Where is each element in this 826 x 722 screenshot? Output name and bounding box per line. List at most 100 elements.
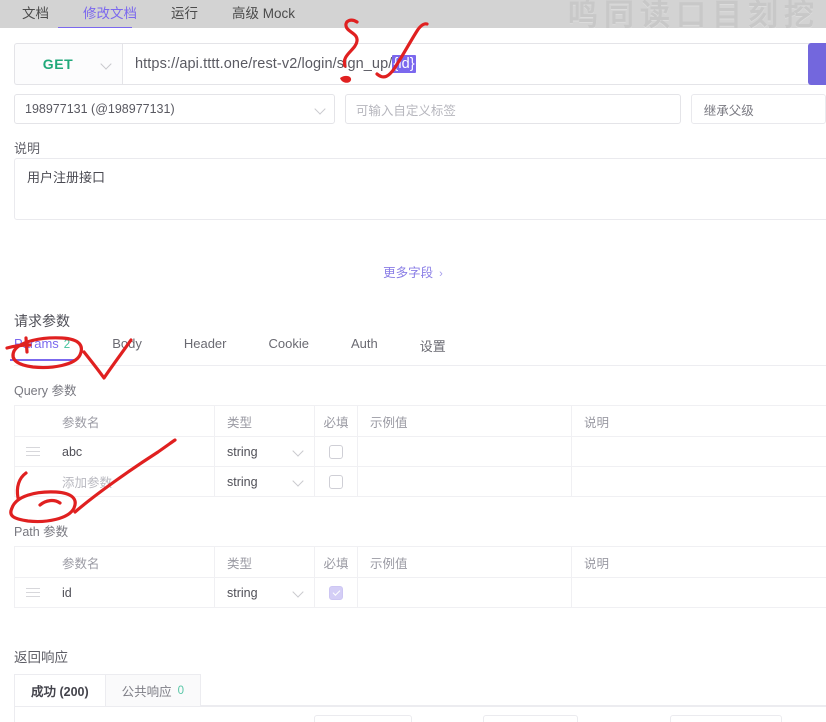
inherit-value: 继承父级 (703, 103, 754, 118)
col-desc: 说明 (584, 415, 610, 430)
tab-auth[interactable]: Auth (351, 336, 378, 360)
param-type-select[interactable]: string (215, 578, 315, 607)
request-params-tabs: Params 2 Body Header Cookie Auth 设置 (9, 336, 826, 366)
app-window: 文档 修改文档 运行 高级 Mock 鸣同读口目刻挖 GET https://a… (0, 0, 826, 722)
tab-cookie[interactable]: Cookie (268, 336, 308, 360)
param-desc-input[interactable] (572, 467, 826, 496)
url-input[interactable]: https://api.tttt.one/rest-v2/login/sign_… (122, 43, 816, 85)
chevron-down-icon (293, 446, 304, 457)
tab-run[interactable]: 运行 (171, 0, 198, 28)
page-body: GET https://api.tttt.one/rest-v2/login/s… (0, 28, 826, 722)
col-desc: 说明 (584, 556, 610, 571)
param-example-input[interactable] (358, 578, 572, 607)
param-type-select[interactable]: string (215, 467, 315, 496)
col-required: 必填 (315, 547, 358, 577)
tab-settings[interactable]: 设置 (420, 336, 446, 364)
more-fields-label: 更多字段 (383, 266, 434, 280)
save-button[interactable] (808, 43, 826, 85)
chevron-down-icon (293, 587, 304, 598)
tabs-filler (200, 674, 826, 706)
url-bar-row: GET https://api.tttt.one/rest-v2/login/s… (14, 43, 826, 85)
chevron-down-icon (101, 59, 112, 70)
tag-input[interactable]: 可输入自定义标签 (344, 94, 681, 124)
col-handle (15, 547, 50, 577)
response-tab-success[interactable]: 成功 (200) (14, 674, 106, 706)
inherit-parent-select[interactable]: 继承父级 (690, 94, 826, 124)
description-label: 说明 (14, 141, 41, 156)
drag-handle-icon[interactable] (15, 578, 50, 607)
param-type-value: string (227, 585, 258, 600)
param-name-input[interactable]: abc (50, 437, 215, 466)
path-params-title: Path 参数 (14, 525, 69, 539)
param-type-select[interactable]: string (215, 437, 315, 466)
meta-row: 198977131 (@198977131) 可输入自定义标签 继承父级 (14, 94, 826, 124)
col-type: 类型 (215, 406, 315, 436)
owner-select[interactable]: 198977131 (@198977131) (14, 94, 335, 124)
table-header-row: 参数名 类型 必填 示例值 说明 (15, 547, 826, 578)
http-status-input[interactable]: 200 (313, 714, 412, 722)
table-header-row: 参数名 类型 必填 示例值 说明 (15, 406, 826, 437)
param-example-input[interactable] (358, 467, 572, 496)
table-row: abc string (15, 437, 826, 467)
tab-params-count: 2 (63, 339, 71, 351)
tab-document[interactable]: 文档 (22, 0, 49, 28)
description-textarea[interactable]: 用户注册接口 (14, 158, 826, 220)
response-tab-common-label: 公共响应 (121, 685, 172, 699)
http-status-field: HTTP 状态码: 200 (229, 714, 412, 722)
content-format-field: 内容格式 JSON (612, 714, 782, 722)
table-row: 添加参数 string (15, 467, 826, 497)
param-type-value: string (227, 474, 258, 489)
tab-header[interactable]: Header (184, 336, 227, 360)
col-name: 参数名 (50, 547, 215, 577)
response-name-field: 名称 成功 (450, 714, 578, 722)
param-example-input[interactable] (358, 437, 572, 466)
description-value: 用户注册接口 (27, 170, 106, 185)
col-type-label: 类型 (227, 556, 253, 571)
request-params-title: 请求参数 (14, 313, 70, 329)
tab-params-label: Params (14, 336, 59, 351)
owner-value: 198977131 (@198977131) (25, 102, 175, 116)
response-name-input[interactable]: 成功 (482, 714, 578, 722)
tab-edit-document[interactable]: 修改文档 (83, 0, 137, 28)
chevron-down-icon (293, 476, 304, 487)
param-type-value: string (227, 444, 258, 459)
param-desc-input[interactable] (572, 578, 826, 607)
tab-advanced-mock[interactable]: 高级 Mock (232, 0, 295, 28)
http-method-select[interactable]: GET (14, 43, 122, 85)
col-example: 示例值 (358, 547, 572, 577)
col-type-label: 类型 (227, 415, 253, 430)
col-handle (15, 406, 50, 436)
add-param-input[interactable]: 添加参数 (50, 467, 215, 496)
query-params-title: Query 参数 (14, 384, 77, 398)
param-required-checkbox[interactable] (315, 467, 358, 496)
response-tabs: 成功 (200) 公共响应 0 (14, 674, 826, 707)
col-example: 示例值 (358, 406, 572, 436)
url-text: https://api.tttt.one/rest-v2/login/sign_… (135, 55, 416, 73)
col-name: 参数名 (50, 406, 215, 436)
http-method-label: GET (42, 56, 74, 72)
param-desc-input[interactable] (572, 437, 826, 466)
param-required-checkbox[interactable] (315, 578, 358, 607)
response-title: 返回响应 (14, 650, 68, 665)
tab-body[interactable]: Body (112, 336, 142, 360)
url-selected-token: {id} (392, 55, 416, 73)
response-fields-row: HTTP 状态码: 200 名称 成功 内容格式 JSON (14, 707, 826, 722)
col-type: 类型 (215, 547, 315, 577)
param-required-checkbox[interactable] (315, 437, 358, 466)
table-row: id string (15, 578, 826, 608)
chevron-down-icon (315, 104, 326, 115)
drag-handle-icon[interactable] (15, 437, 50, 466)
tab-params[interactable]: Params 2 (9, 336, 75, 361)
col-required: 必填 (315, 406, 358, 436)
url-prefix: https://api.tttt.one/rest-v2/login/sign_… (135, 56, 393, 72)
more-fields-link[interactable]: 更多字段 › (0, 262, 826, 281)
content-format-select[interactable]: JSON (669, 714, 782, 722)
response-tab-common[interactable]: 公共响应 0 (104, 674, 202, 706)
tag-placeholder: 可输入自定义标签 (355, 103, 456, 118)
path-params-table: 参数名 类型 必填 示例值 说明 id string (14, 546, 826, 608)
top-tab-strip: 文档 修改文档 运行 高级 Mock 鸣同读口目刻挖 (0, 0, 826, 32)
response-tab-common-count: 0 (177, 684, 185, 697)
chevron-right-icon: › (439, 268, 443, 280)
query-params-table: 参数名 类型 必填 示例值 说明 abc string 添加参数 string (14, 405, 826, 497)
param-name-input[interactable]: id (50, 578, 215, 607)
